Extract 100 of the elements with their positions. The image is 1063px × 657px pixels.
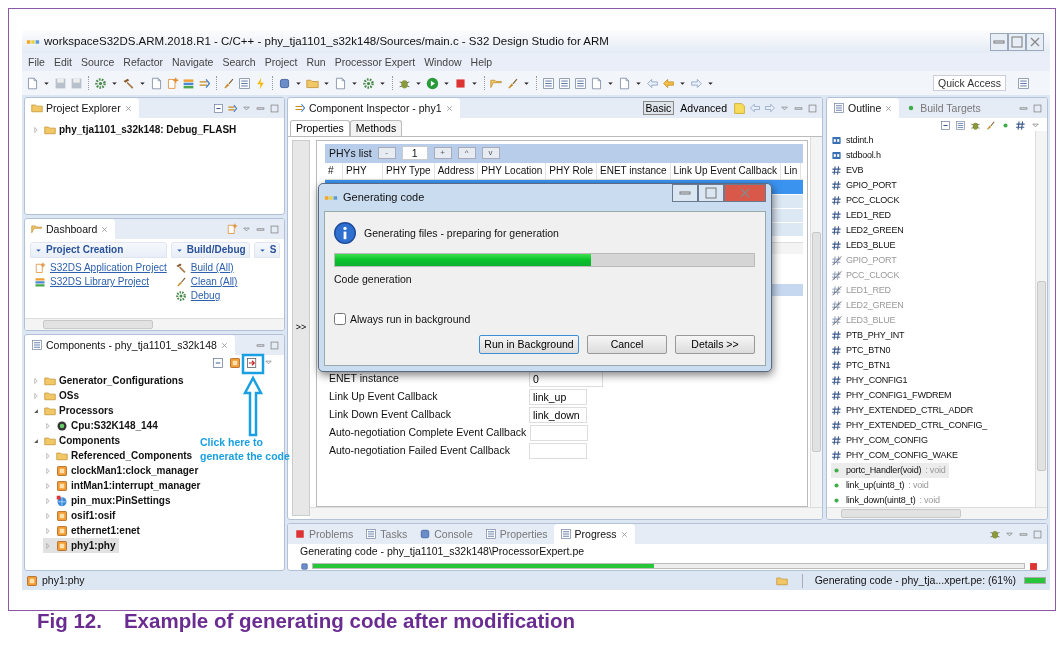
collapse-all-icon[interactable] bbox=[213, 102, 224, 114]
tab[interactable]: Methods bbox=[349, 120, 403, 136]
dashboard-link[interactable]: S32DS Library Project bbox=[30, 275, 167, 289]
list-icon[interactable] bbox=[558, 76, 571, 90]
close-icon[interactable] bbox=[884, 103, 894, 113]
outline-item[interactable]: LED1_RED bbox=[831, 208, 894, 223]
outline-item[interactable]: stdint.h bbox=[831, 133, 877, 148]
close-icon[interactable] bbox=[1026, 32, 1044, 51]
page-icon[interactable] bbox=[618, 76, 631, 90]
tree-item[interactable]: ethernet1:enet bbox=[43, 523, 144, 538]
outline-item[interactable]: PHY_EXTENDED_CTRL_ADDR bbox=[831, 403, 977, 418]
menu-item[interactable]: Edit bbox=[53, 55, 72, 69]
back-arrow-icon[interactable] bbox=[749, 102, 761, 114]
panel-tab[interactable]: Tasks bbox=[359, 524, 414, 544]
list-button[interactable]: + bbox=[433, 147, 452, 160]
maximize-icon[interactable] bbox=[269, 339, 280, 351]
gear-icon[interactable] bbox=[94, 76, 107, 90]
tree-item[interactable]: clockMan1:clock_manager bbox=[43, 463, 203, 478]
panel-tab[interactable]: Component Inspector - phy1 bbox=[288, 98, 460, 118]
outline-item[interactable]: PHY_CONFIG1_FWDREM bbox=[831, 388, 955, 403]
link-icon[interactable] bbox=[227, 102, 238, 114]
menu-item[interactable]: Run bbox=[306, 55, 326, 69]
outline-item[interactable]: link_up(uint8_t) : void bbox=[831, 478, 932, 493]
scrollbar[interactable] bbox=[310, 507, 822, 519]
input-field[interactable]: link_down bbox=[529, 406, 587, 423]
outline-item[interactable]: GPIO_PORT bbox=[831, 178, 900, 193]
status-progress[interactable]: Generating code - phy_tja...xpert.pe: (61%) bbox=[814, 574, 1016, 587]
menu-item[interactable]: Project bbox=[264, 55, 298, 69]
save-all-icon[interactable] bbox=[70, 76, 83, 90]
tree-item[interactable]: OSs bbox=[31, 388, 83, 403]
input-field[interactable] bbox=[530, 424, 589, 441]
page-icon[interactable] bbox=[150, 76, 163, 90]
new-file-icon[interactable] bbox=[26, 76, 39, 90]
menu-item[interactable]: Source bbox=[81, 55, 115, 69]
outline-item[interactable]: LED2_GREEN bbox=[831, 223, 907, 238]
tab[interactable]: Properties bbox=[290, 120, 350, 136]
list-icon[interactable] bbox=[238, 76, 251, 90]
maximize-icon[interactable] bbox=[698, 184, 724, 202]
brush-icon[interactable] bbox=[222, 76, 235, 90]
outline-item[interactable]: PCC_CLOCK bbox=[831, 193, 903, 208]
stack-icon[interactable] bbox=[182, 76, 195, 90]
input-field[interactable] bbox=[529, 442, 587, 459]
menu-item[interactable]: Search bbox=[222, 55, 256, 69]
tree-item[interactable]: osif1:osif bbox=[43, 508, 120, 523]
scrollbar-thumb[interactable] bbox=[812, 231, 821, 452]
note-icon[interactable] bbox=[733, 101, 746, 115]
panel-tab[interactable]: Components - phy_tja1101_s32k148 bbox=[25, 335, 235, 355]
panel-tab[interactable]: Properties bbox=[478, 524, 554, 544]
dot-icon[interactable] bbox=[1000, 120, 1011, 131]
page-icon[interactable] bbox=[590, 76, 603, 90]
outline-item[interactable]: PHY_CONFIG1 bbox=[831, 373, 911, 388]
outline-item[interactable]: LED3_BLUE bbox=[831, 238, 899, 253]
close-icon[interactable] bbox=[219, 340, 229, 350]
tree-item[interactable]: Referenced_Components bbox=[43, 448, 197, 463]
close-icon[interactable] bbox=[444, 103, 454, 113]
maximize-icon[interactable] bbox=[1008, 32, 1026, 51]
outline-item[interactable]: PHY_COM_CONFIG bbox=[831, 433, 931, 448]
list-button[interactable]: ^ bbox=[457, 147, 476, 160]
outline-item[interactable]: PTB_PHY_INT bbox=[831, 328, 908, 343]
menu-item[interactable]: Refactor bbox=[123, 55, 163, 69]
tree-item[interactable]: Generator_Configurations bbox=[31, 373, 188, 388]
outline-item[interactable]: PHY_COM_CONFIG_WAKE bbox=[831, 448, 961, 463]
stop-icon[interactable] bbox=[454, 76, 467, 90]
maximize-icon[interactable] bbox=[1032, 528, 1043, 540]
maximize-icon[interactable] bbox=[269, 102, 280, 114]
panel-tab[interactable]: Console bbox=[413, 524, 479, 544]
dashboard-link[interactable]: Debug bbox=[170, 289, 250, 303]
new-project-icon[interactable] bbox=[166, 76, 179, 90]
dashboard-link[interactable]: S32DS Application Project bbox=[30, 261, 167, 275]
close-icon[interactable] bbox=[100, 224, 110, 234]
count-field[interactable]: 1 bbox=[401, 145, 428, 161]
panel-tab[interactable]: Progress bbox=[553, 524, 635, 544]
new-project-icon[interactable] bbox=[226, 223, 238, 235]
maximize-icon[interactable] bbox=[807, 102, 818, 114]
panel-tab[interactable]: Outline bbox=[827, 98, 900, 118]
dialog-button[interactable]: Run in Background bbox=[479, 335, 579, 355]
mode-toggle[interactable]: Advanced bbox=[677, 100, 730, 116]
hammer-icon[interactable] bbox=[122, 76, 135, 90]
menu-item[interactable]: File bbox=[28, 55, 45, 69]
panel-tab[interactable]: Project Explorer bbox=[25, 98, 139, 118]
tree-item[interactable]: Cpu:S32K148_144 bbox=[43, 418, 162, 433]
scrollbar-thumb[interactable] bbox=[43, 320, 153, 329]
outline-item[interactable]: PTC_BTN1 bbox=[831, 358, 894, 373]
square-icon[interactable] bbox=[278, 76, 291, 90]
tree-item[interactable]: phy_tja1101_s32k148: Debug_FLASH bbox=[31, 122, 241, 137]
sidebar-toggle[interactable]: >> bbox=[292, 139, 310, 516]
section-header[interactable]: S bbox=[253, 242, 281, 258]
list-icon[interactable] bbox=[542, 76, 555, 90]
dialog-button[interactable]: Details >> bbox=[675, 335, 755, 355]
tree-item[interactable]: pin_mux:PinSettings bbox=[43, 493, 175, 508]
scrollbar-thumb[interactable] bbox=[1037, 281, 1046, 471]
collapse-all-icon[interactable] bbox=[212, 357, 224, 369]
menu-item[interactable]: Processor Expert bbox=[334, 55, 416, 69]
forward-arrow-icon[interactable] bbox=[764, 102, 776, 114]
mode-toggle[interactable]: Basic bbox=[642, 100, 675, 116]
dashboard-link[interactable]: Build (All) bbox=[170, 261, 250, 275]
outline-item[interactable]: EVB bbox=[831, 163, 867, 178]
section-header[interactable]: Project Creation bbox=[30, 242, 167, 258]
quick-access-field[interactable]: Quick Access bbox=[932, 74, 1006, 92]
menu-item[interactable]: Window bbox=[424, 55, 462, 69]
